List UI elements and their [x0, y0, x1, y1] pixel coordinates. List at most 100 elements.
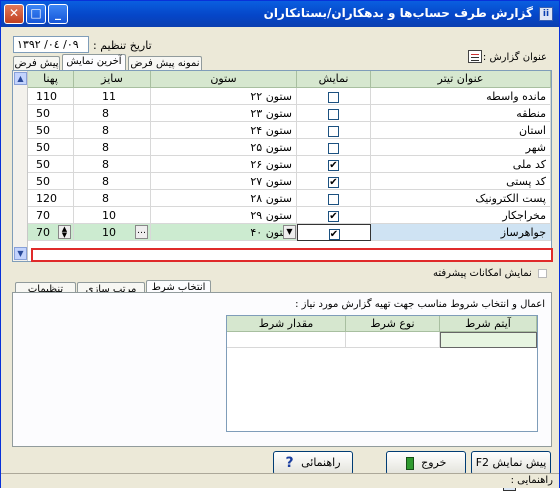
show-checkbox[interactable]: [328, 193, 339, 205]
cell-column[interactable]: ستون ۲۵: [151, 139, 297, 156]
cell-title[interactable]: پست الکترونیک: [371, 190, 551, 207]
cell-title[interactable]: جواهرساز: [371, 224, 551, 241]
cell-width[interactable]: 50: [28, 156, 74, 173]
table-row[interactable]: 120 8 ستون ۲۸ پست الکترونیک: [13, 190, 551, 207]
cell-width[interactable]: 50: [28, 122, 74, 139]
condition-grid: مقدار شرط نوع شرط آیتم شرط: [226, 315, 538, 432]
cell-size[interactable]: 8: [74, 105, 151, 122]
report-window: ✕ □ _ گزارش طرف حساب‌ها و بدهکاران/بستان…: [0, 0, 560, 491]
cell-title[interactable]: مانده واسطه: [371, 88, 551, 105]
ellipsis-icon[interactable]: …: [135, 225, 148, 239]
cell-show[interactable]: [297, 105, 371, 122]
help-button[interactable]: راهنمائی ?: [273, 451, 353, 475]
show-checkbox[interactable]: ✔: [328, 176, 339, 188]
condition-value-cell[interactable]: [227, 332, 346, 348]
cell-title[interactable]: کد ملی: [371, 156, 551, 173]
cell-show[interactable]: ✔: [297, 207, 371, 224]
cell-size[interactable]: 8: [74, 139, 151, 156]
cell-show[interactable]: ✔: [297, 224, 371, 241]
scroll-up-button[interactable]: ▲: [14, 72, 27, 85]
title-bar: ✕ □ _ گزارش طرف حساب‌ها و بدهکاران/بستان…: [1, 1, 559, 27]
show-checkbox[interactable]: [328, 108, 339, 120]
cell-text: ستون ۲۹: [250, 209, 292, 222]
advanced-options-row[interactable]: نمایش امکانات پیشرفته: [433, 268, 547, 279]
window-title: گزارش طرف حساب‌ها و بدهکاران/بستانکاران: [263, 6, 533, 20]
show-checkbox[interactable]: [328, 91, 339, 103]
cell-column[interactable]: ستون ۲۳: [151, 105, 297, 122]
cell-size[interactable]: 10…: [74, 224, 151, 241]
tab-last-view[interactable]: آخرین نمایش: [62, 54, 126, 71]
cell-size[interactable]: 10: [74, 207, 151, 224]
cell-text: 8: [102, 158, 109, 171]
cell-column[interactable]: ستون ۲۹: [151, 207, 297, 224]
help-label: راهنمائی: [301, 456, 341, 469]
close-button[interactable]: ✕: [4, 4, 24, 24]
cell-width[interactable]: 50: [28, 173, 74, 190]
cell-column[interactable]: ستون ۴۰ ▼: [151, 224, 297, 241]
tab-sample[interactable]: نمونه پیش فرض: [128, 56, 202, 71]
table-row[interactable]: 50 8 ستون ۲۶ ✔ کد ملی: [13, 156, 551, 173]
cell-title[interactable]: استان: [371, 122, 551, 139]
cell-column[interactable]: ستون ۲۷: [151, 173, 297, 190]
show-checkbox[interactable]: [328, 142, 339, 154]
cell-show[interactable]: [297, 122, 371, 139]
cell-text: ستون ۲۶: [250, 158, 292, 171]
exit-label: خروج: [421, 456, 447, 469]
spinner-icon[interactable]: ▲ ▼: [58, 225, 71, 239]
cell-column[interactable]: ستون ۲۲: [151, 88, 297, 105]
cell-width[interactable]: 110: [28, 88, 74, 105]
table-row[interactable]: 110 11 ستون ۲۲ مانده واسطه: [13, 88, 551, 105]
exit-button[interactable]: خروج: [386, 451, 466, 475]
condition-item-cell[interactable]: [440, 332, 537, 348]
cell-width[interactable]: 50: [28, 139, 74, 156]
cell-width[interactable]: 70: [28, 207, 74, 224]
cell-text: استان: [518, 124, 546, 137]
cell-size[interactable]: 8: [74, 173, 151, 190]
cell-size[interactable]: 8: [74, 190, 151, 207]
cell-show[interactable]: [297, 190, 371, 207]
column-dropdown-icon[interactable]: ▼: [283, 225, 296, 239]
cell-text: 8: [102, 141, 109, 154]
cell-text: مانده واسطه: [486, 90, 546, 103]
date-field[interactable]: ۱۳۹۲ /۰٤ /۰۹: [13, 36, 89, 53]
preview-button[interactable]: پیش نمایش F2: [471, 451, 551, 491]
cell-text: ستون ۲۸: [250, 192, 292, 205]
cell-width[interactable]: 70 ▲ ▼: [28, 224, 74, 241]
cell-width[interactable]: 50: [28, 105, 74, 122]
cell-title[interactable]: منطقه: [371, 105, 551, 122]
cell-show[interactable]: [297, 88, 371, 105]
table-row[interactable]: 50 8 ستون ۲۴ استان: [13, 122, 551, 139]
cell-show[interactable]: ✔: [297, 173, 371, 190]
show-checkbox[interactable]: ✔: [328, 210, 339, 222]
cell-show[interactable]: [297, 139, 371, 156]
table-row[interactable]: 50 8 ستون ۲۳ منطقه: [13, 105, 551, 122]
cell-size[interactable]: 8: [74, 156, 151, 173]
advanced-checkbox[interactable]: [538, 268, 547, 278]
show-checkbox[interactable]: [328, 125, 339, 137]
table-row[interactable]: 50 8 ستون ۲۷ ✔ کد پستی: [13, 173, 551, 190]
tab-default[interactable]: پیش فرض: [13, 56, 60, 71]
cell-text: 8: [102, 124, 109, 137]
cell-size[interactable]: 11: [74, 88, 151, 105]
app-icon: ii: [539, 7, 553, 21]
show-checkbox[interactable]: ✔: [328, 228, 340, 240]
cell-title[interactable]: شهر: [371, 139, 551, 156]
cell-size[interactable]: 8: [74, 122, 151, 139]
cell-show[interactable]: ✔: [297, 156, 371, 173]
table-row[interactable]: 50 8 ستون ۲۵ شهر: [13, 139, 551, 156]
show-checkbox[interactable]: ✔: [328, 159, 339, 171]
cell-column[interactable]: ستون ۲۴: [151, 122, 297, 139]
cell-column[interactable]: ستون ۲۸: [151, 190, 297, 207]
cell-title[interactable]: مخراجکار: [371, 207, 551, 224]
scroll-down-button[interactable]: ▼: [14, 247, 27, 260]
condition-type-cell[interactable]: [346, 332, 440, 348]
table-row[interactable]: 70 ▲ ▼ 10 … ستون ۴۰ ▼ ✔ جواهرساز: [13, 224, 551, 241]
cell-text: 120: [36, 192, 57, 205]
cell-column[interactable]: ستون ۲۶: [151, 156, 297, 173]
cell-width[interactable]: 120: [28, 190, 74, 207]
maximize-button[interactable]: □: [26, 4, 46, 24]
minimize-button[interactable]: _: [48, 4, 68, 24]
table-row[interactable]: 70 10 ستون ۲۹ ✔ مخراجکار: [13, 207, 551, 224]
cell-text: ستون ۲۴: [250, 124, 292, 137]
cell-title[interactable]: کد پستی: [371, 173, 551, 190]
